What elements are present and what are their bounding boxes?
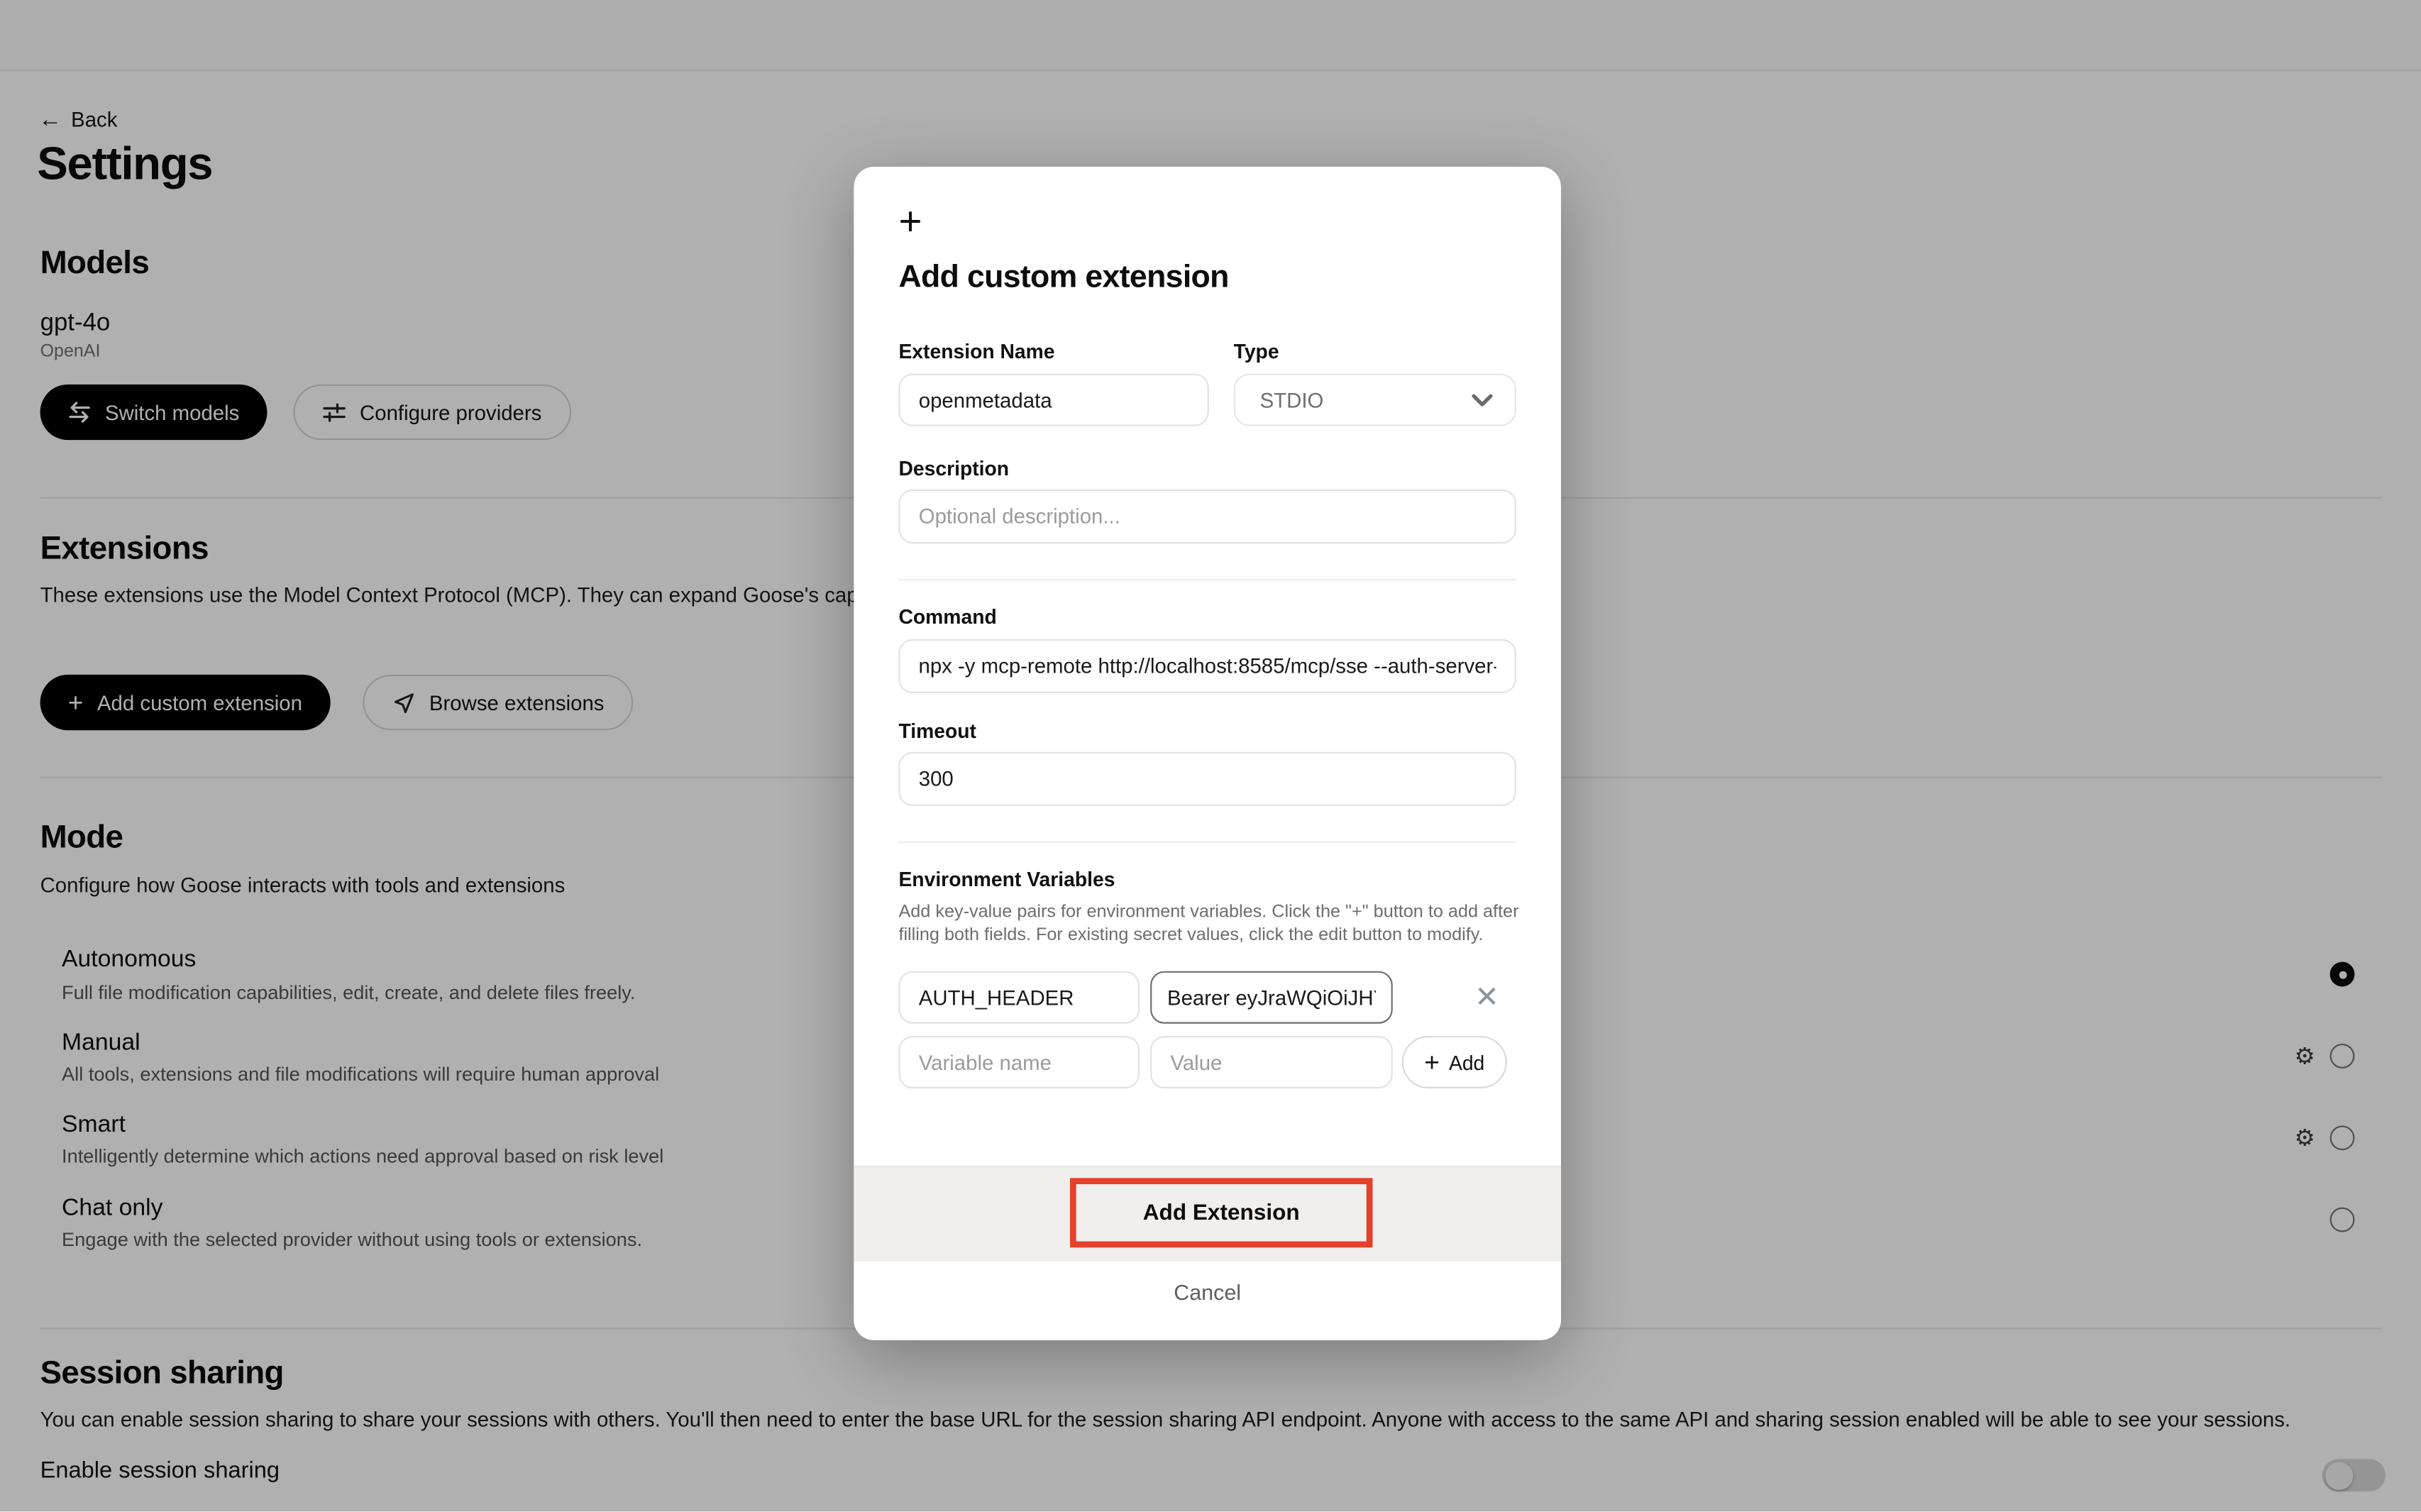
plus-icon: + [898, 201, 922, 241]
env-vars-help-line1: Add key-value pairs for environment vari… [898, 902, 1518, 922]
description-input[interactable] [898, 490, 1516, 543]
extension-name-label: Extension Name [898, 340, 1054, 363]
add-env-var-button[interactable]: + Add [1402, 1036, 1507, 1088]
env-key-input-1[interactable] [898, 971, 1139, 1024]
close-icon[interactable]: ✕ [1474, 983, 1499, 1012]
env-value-input-2[interactable] [1150, 1036, 1393, 1088]
add-extension-button[interactable]: Add Extension [1070, 1178, 1372, 1247]
modal-divider [898, 841, 1516, 843]
type-select-value: STDIO [1260, 388, 1472, 412]
add-custom-extension-modal: + Add custom extension Extension Name Ty… [854, 167, 1561, 1340]
description-label: Description [898, 457, 1009, 480]
cancel-button[interactable]: Cancel [854, 1280, 1561, 1305]
command-input[interactable] [898, 639, 1516, 693]
chevron-down-icon [1472, 393, 1493, 407]
type-label: Type [1234, 340, 1279, 363]
modal-cancel-band: Cancel [854, 1262, 1561, 1340]
plus-icon: + [1424, 1049, 1440, 1076]
environment-variables-heading: Environment Variables [898, 868, 1115, 891]
env-key-input-2[interactable] [898, 1036, 1139, 1088]
env-value-input-1[interactable] [1150, 971, 1393, 1024]
env-vars-help-line2: filling both fields. For existing secret… [898, 925, 1483, 944]
extension-name-input[interactable] [898, 374, 1208, 426]
timeout-input[interactable] [898, 752, 1516, 806]
modal-title: Add custom extension [898, 260, 1228, 297]
modal-divider [898, 579, 1516, 580]
timeout-label: Timeout [898, 719, 976, 743]
command-label: Command [898, 605, 996, 629]
type-select[interactable]: STDIO [1234, 374, 1516, 426]
add-env-var-label: Add [1449, 1051, 1484, 1074]
screenshot-stage: ← Back Settings Models gpt-4o OpenAI Swi… [0, 0, 2421, 1512]
